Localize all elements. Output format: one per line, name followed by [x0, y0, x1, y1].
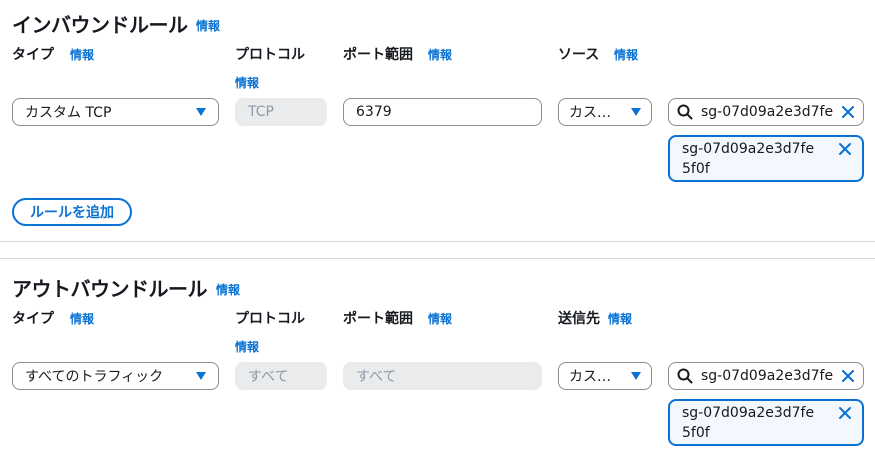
outbound-destination-info-link[interactable]: 情報 [608, 310, 632, 327]
caret-down-icon [196, 108, 206, 116]
inbound-token-label: sg-07d09a2e3d7fe5f0f [682, 141, 815, 177]
outbound-protocol-value: すべて [248, 369, 289, 385]
inbound-type-info-link[interactable]: 情報 [70, 46, 94, 63]
inbound-port-value: 6379 [356, 104, 392, 120]
inbound-port-range-input[interactable]: 6379 [343, 98, 542, 126]
outbound-protocol-info-link[interactable]: 情報 [235, 338, 259, 355]
outbound-type-value: すべてのトラフィック [25, 369, 164, 385]
caret-down-icon [196, 372, 206, 380]
inbound-source-select[interactable]: カス… [558, 98, 652, 126]
inbound-rules-title: インバウンドルール [12, 13, 188, 37]
outbound-rules-info-link[interactable]: 情報 [216, 281, 240, 298]
outbound-search-value: sg-07d09a2e3d7fe [701, 368, 834, 384]
close-icon[interactable] [841, 369, 855, 383]
search-icon [677, 104, 693, 120]
add-rule-button[interactable]: ルールを追加 [12, 198, 132, 226]
outbound-protocol-field: すべて [235, 362, 327, 390]
caret-down-icon [631, 108, 641, 116]
add-rule-label: ルールを追加 [30, 205, 114, 221]
inbound-protocol-info-link[interactable]: 情報 [235, 74, 259, 91]
inbound-source-search-input[interactable]: sg-07d09a2e3d7fe [668, 98, 864, 126]
outbound-type-info-link[interactable]: 情報 [70, 310, 94, 327]
outbound-protocol-header: プロトコル [235, 311, 305, 327]
inbound-source-header: ソース [558, 47, 600, 63]
inbound-port-range-info-link[interactable]: 情報 [428, 46, 452, 63]
inbound-source-info-link[interactable]: 情報 [614, 46, 638, 63]
outbound-destination-search-input[interactable]: sg-07d09a2e3d7fe [668, 362, 864, 390]
inbound-protocol-field: TCP [235, 98, 327, 126]
outbound-destination-token: sg-07d09a2e3d7fe5f0f [668, 399, 864, 446]
inbound-protocol-value: TCP [248, 104, 274, 120]
outbound-token-label: sg-07d09a2e3d7fe5f0f [682, 405, 815, 441]
search-icon [677, 368, 693, 384]
outbound-port-range-info-link[interactable]: 情報 [428, 310, 452, 327]
outbound-rules-title: アウトバウンドルール [12, 277, 208, 301]
inbound-port-range-header: ポート範囲 [343, 47, 413, 63]
inbound-search-value: sg-07d09a2e3d7fe [701, 104, 834, 120]
inbound-source-token: sg-07d09a2e3d7fe5f0f [668, 135, 864, 182]
close-icon[interactable] [841, 105, 855, 119]
outbound-destination-header: 送信先 [558, 311, 600, 327]
outbound-type-select[interactable]: すべてのトラフィック [12, 362, 219, 390]
outbound-port-range-header: ポート範囲 [343, 311, 413, 327]
outbound-destination-value: カス… [569, 369, 611, 385]
close-icon[interactable] [838, 142, 852, 156]
inbound-source-value: カス… [569, 105, 611, 121]
inbound-rules-info-link[interactable]: 情報 [196, 17, 220, 34]
inbound-protocol-header: プロトコル [235, 47, 305, 63]
inbound-type-select[interactable]: カスタム TCP [12, 98, 219, 126]
outbound-destination-select[interactable]: カス… [558, 362, 652, 390]
section-divider [0, 258, 875, 259]
outbound-port-range-field: すべて [343, 362, 542, 390]
outbound-type-header: タイプ [12, 311, 54, 327]
section-divider [0, 241, 875, 242]
inbound-type-value: カスタム TCP [25, 105, 112, 121]
close-icon[interactable] [838, 406, 852, 420]
inbound-type-header: タイプ [12, 47, 54, 63]
caret-down-icon [631, 372, 641, 380]
outbound-port-value: すべて [356, 369, 397, 385]
